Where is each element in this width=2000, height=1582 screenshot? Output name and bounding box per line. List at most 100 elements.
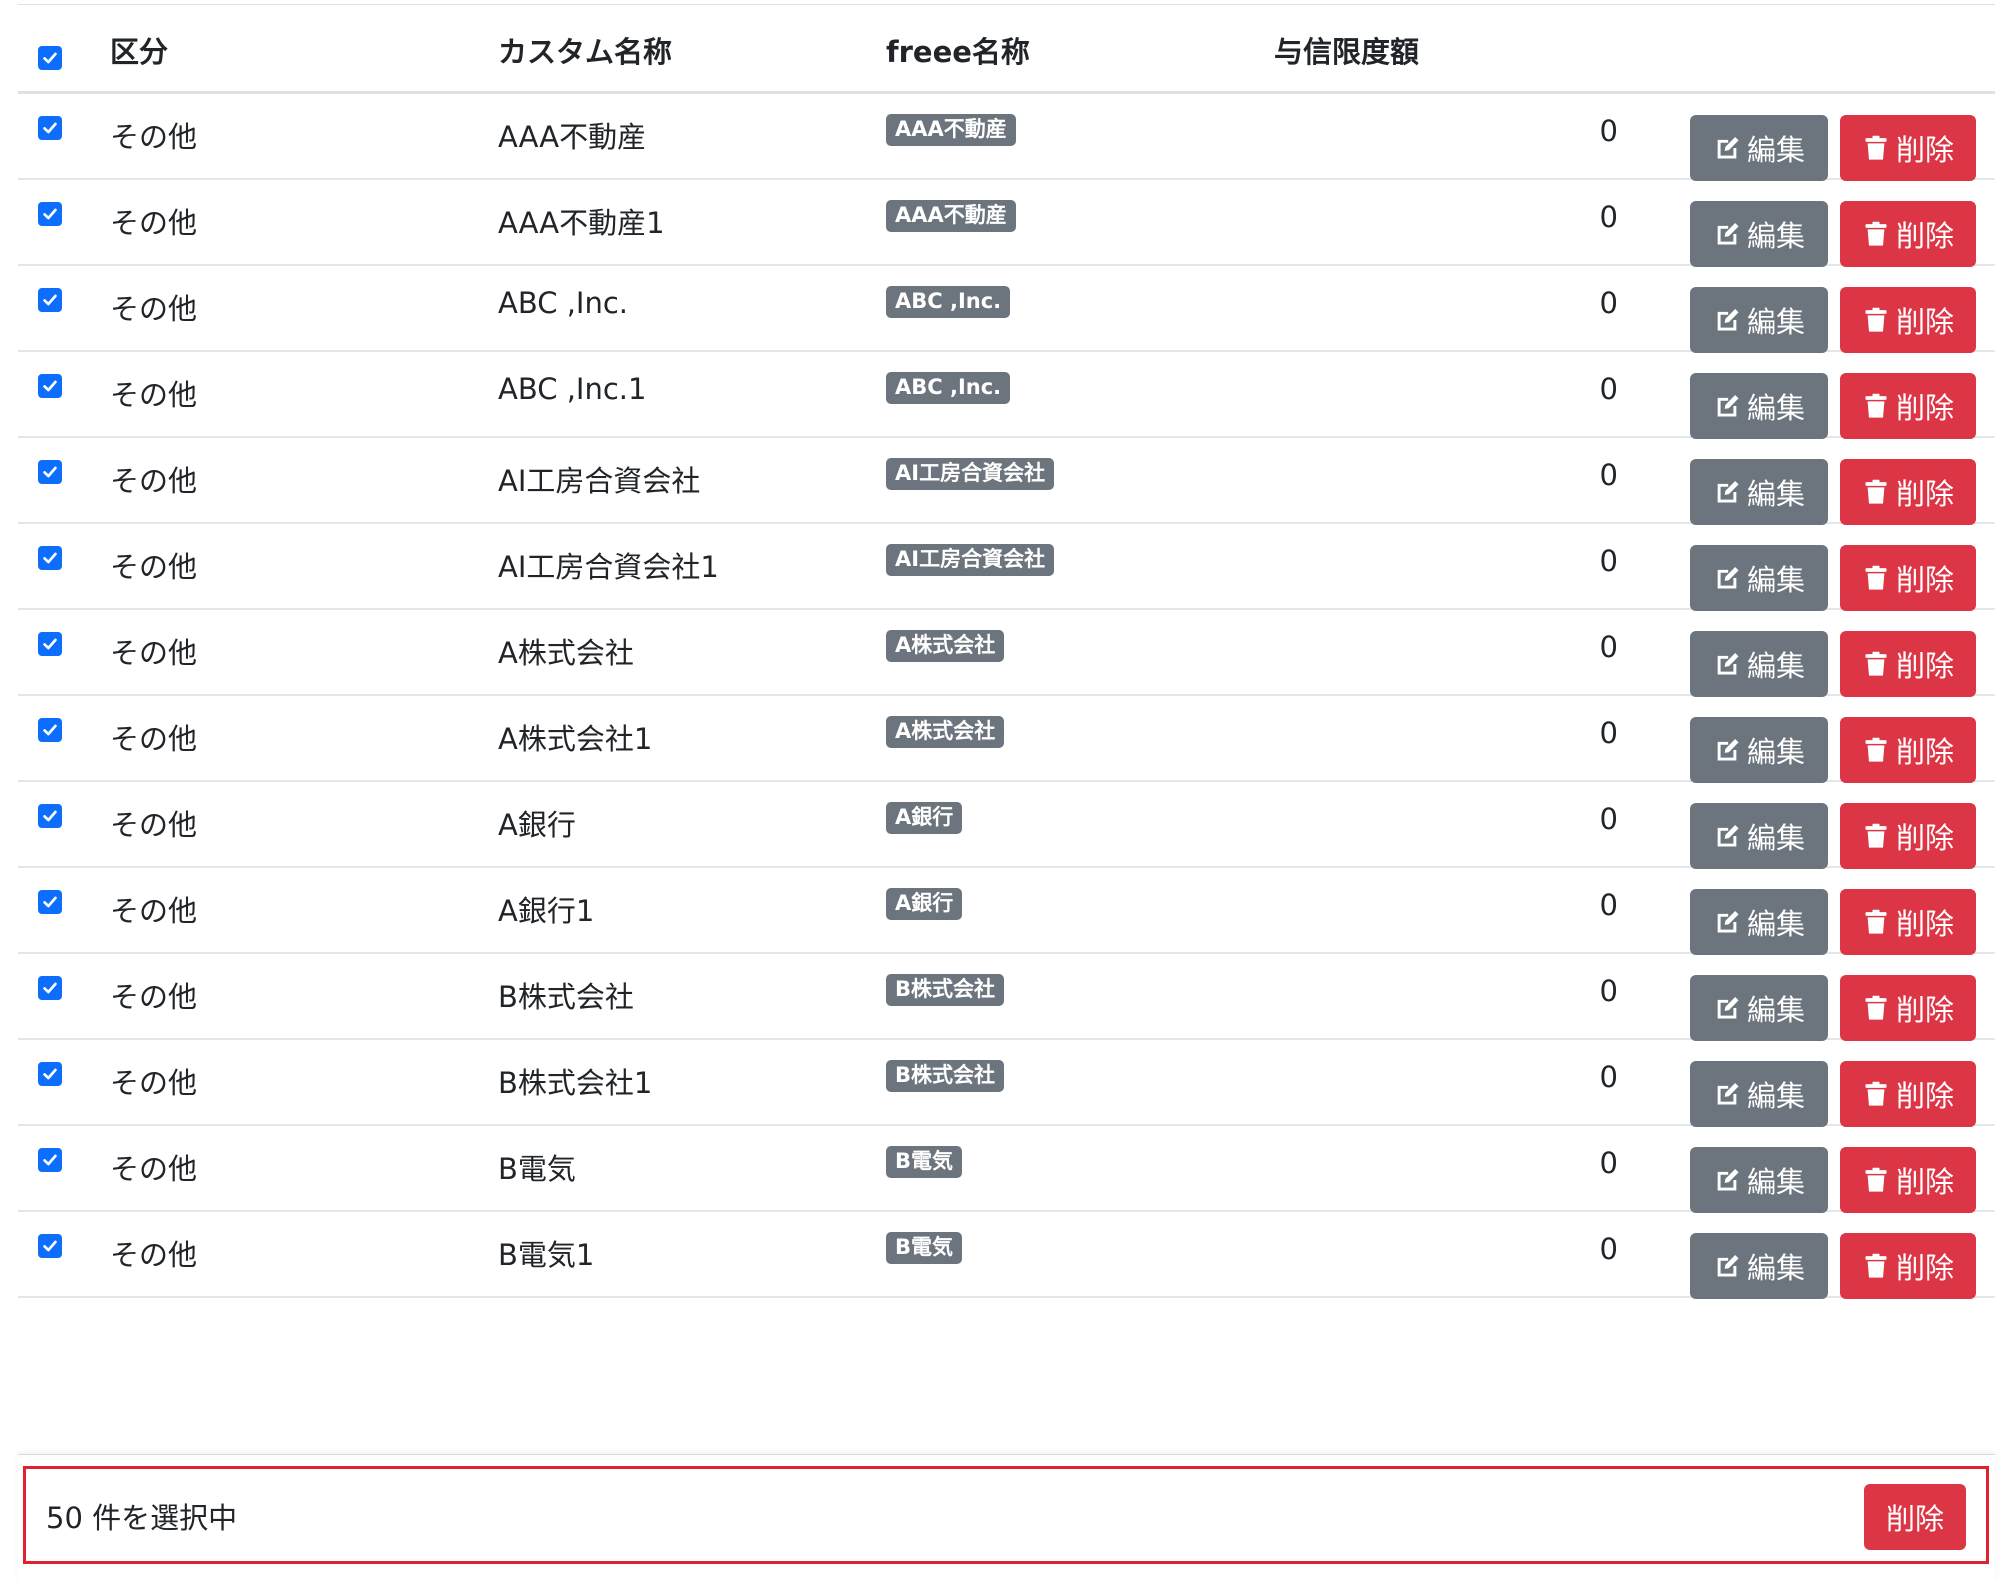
row-category: その他 xyxy=(110,464,198,498)
table-row: その他 AI工房合資会社1 AI工房合資会社 0 編集 削除 xyxy=(18,524,1995,611)
delete-button[interactable]: 削除 xyxy=(1840,373,1976,439)
row-checkbox[interactable] xyxy=(38,1234,62,1258)
row-checkbox[interactable] xyxy=(38,374,62,398)
row-freee-name-badge: B株式会社 xyxy=(886,1060,1005,1092)
delete-button-label: 削除 xyxy=(1895,993,1954,1027)
edit-icon xyxy=(1717,137,1739,159)
edit-icon xyxy=(1717,1169,1739,1191)
edit-button[interactable]: 編集 xyxy=(1690,717,1828,783)
header-custom-name: カスタム名称 xyxy=(498,35,673,69)
row-checkbox[interactable] xyxy=(38,1148,62,1172)
row-checkbox[interactable] xyxy=(38,890,62,914)
delete-button[interactable]: 削除 xyxy=(1840,459,1976,525)
delete-button[interactable]: 削除 xyxy=(1840,545,1976,611)
row-credit-limit: 0 xyxy=(1599,544,1618,578)
edit-icon xyxy=(1717,395,1739,417)
delete-button-label: 削除 xyxy=(1895,563,1954,597)
delete-button[interactable]: 削除 xyxy=(1840,201,1976,267)
edit-button[interactable]: 編集 xyxy=(1690,975,1828,1041)
edit-button[interactable]: 編集 xyxy=(1690,373,1828,439)
edit-button[interactable]: 編集 xyxy=(1690,287,1828,353)
check-icon xyxy=(43,1240,57,1252)
delete-button[interactable]: 削除 xyxy=(1840,631,1976,697)
row-custom-name: ABC ,Inc.1 xyxy=(498,372,647,406)
check-icon xyxy=(43,1154,57,1166)
row-custom-name: A銀行 xyxy=(498,808,576,842)
delete-button[interactable]: 削除 xyxy=(1840,1061,1976,1127)
edit-button-label: 編集 xyxy=(1746,305,1805,339)
row-category: その他 xyxy=(110,206,198,240)
delete-button[interactable]: 削除 xyxy=(1840,1233,1976,1299)
delete-button-label: 削除 xyxy=(1895,735,1954,769)
row-credit-limit: 0 xyxy=(1599,200,1618,234)
row-checkbox[interactable] xyxy=(38,718,62,742)
edit-button-label: 編集 xyxy=(1746,563,1805,597)
row-checkbox[interactable] xyxy=(38,1062,62,1086)
row-freee-name-badge: ABC ,Inc. xyxy=(886,286,1011,318)
table-header-row: 区分 カスタム名称 freee名称 与信限度額 xyxy=(18,5,1995,94)
trash-icon xyxy=(1865,909,1887,934)
edit-button[interactable]: 編集 xyxy=(1690,1061,1828,1127)
row-checkbox[interactable] xyxy=(38,288,62,312)
delete-button[interactable]: 削除 xyxy=(1840,717,1976,783)
edit-icon xyxy=(1717,653,1739,675)
check-icon xyxy=(43,896,57,908)
check-icon xyxy=(43,982,57,994)
edit-button[interactable]: 編集 xyxy=(1690,1233,1828,1299)
edit-icon xyxy=(1717,223,1739,245)
delete-button[interactable]: 削除 xyxy=(1840,287,1976,353)
edit-button[interactable]: 編集 xyxy=(1690,1147,1828,1213)
edit-button[interactable]: 編集 xyxy=(1690,115,1828,181)
edit-button[interactable]: 編集 xyxy=(1690,631,1828,697)
row-category: その他 xyxy=(110,722,198,756)
row-category: その他 xyxy=(110,1238,198,1272)
select-all-checkbox[interactable] xyxy=(38,46,62,70)
row-checkbox[interactable] xyxy=(38,976,62,1000)
row-checkbox[interactable] xyxy=(38,804,62,828)
delete-button[interactable]: 削除 xyxy=(1840,889,1976,955)
header-credit-limit: 与信限度額 xyxy=(1274,35,1420,69)
delete-button[interactable]: 削除 xyxy=(1840,803,1976,869)
check-icon xyxy=(43,122,57,134)
row-category: その他 xyxy=(110,292,198,326)
edit-icon xyxy=(1717,739,1739,761)
table-row: その他 AAA不動産 AAA不動産 0 編集 削除 xyxy=(18,94,1995,181)
row-custom-name: B株式会社1 xyxy=(498,1066,653,1100)
row-freee-name-badge: ABC ,Inc. xyxy=(886,372,1011,404)
table-row: その他 A株式会社1 A株式会社 0 編集 削除 xyxy=(18,696,1995,783)
edit-icon xyxy=(1717,309,1739,331)
row-checkbox[interactable] xyxy=(38,116,62,140)
row-custom-name: B電気1 xyxy=(498,1238,595,1272)
row-category: その他 xyxy=(110,636,198,670)
edit-button[interactable]: 編集 xyxy=(1690,459,1828,525)
row-credit-limit: 0 xyxy=(1599,630,1618,664)
edit-button[interactable]: 編集 xyxy=(1690,545,1828,611)
row-freee-name-badge: A株式会社 xyxy=(886,716,1005,748)
row-checkbox[interactable] xyxy=(38,632,62,656)
table-row: その他 ABC ,Inc.1 ABC ,Inc. 0 編集 削除 xyxy=(18,352,1995,439)
edit-button-label: 編集 xyxy=(1746,1165,1805,1199)
delete-button[interactable]: 削除 xyxy=(1840,115,1976,181)
edit-button-label: 編集 xyxy=(1746,907,1805,941)
row-checkbox[interactable] xyxy=(38,460,62,484)
row-custom-name: B株式会社 xyxy=(498,980,634,1014)
edit-button[interactable]: 編集 xyxy=(1690,803,1828,869)
row-custom-name: A株式会社1 xyxy=(498,722,653,756)
bulk-action-highlight xyxy=(23,1466,1989,1564)
row-credit-limit: 0 xyxy=(1599,1232,1618,1266)
edit-button[interactable]: 編集 xyxy=(1690,201,1828,267)
delete-button-label: 削除 xyxy=(1895,133,1954,167)
edit-icon xyxy=(1717,825,1739,847)
check-icon xyxy=(43,294,57,306)
row-checkbox[interactable] xyxy=(38,546,62,570)
edit-button[interactable]: 編集 xyxy=(1690,889,1828,955)
trash-icon xyxy=(1865,995,1887,1020)
row-checkbox[interactable] xyxy=(38,202,62,226)
bulk-delete-button[interactable]: 削除 xyxy=(1864,1484,1966,1550)
header-freee-name: freee名称 xyxy=(886,35,1030,69)
row-custom-name: AAA不動産1 xyxy=(498,206,665,240)
row-category: その他 xyxy=(110,378,198,412)
delete-button[interactable]: 削除 xyxy=(1840,1147,1976,1213)
delete-button[interactable]: 削除 xyxy=(1840,975,1976,1041)
trash-icon xyxy=(1865,651,1887,676)
